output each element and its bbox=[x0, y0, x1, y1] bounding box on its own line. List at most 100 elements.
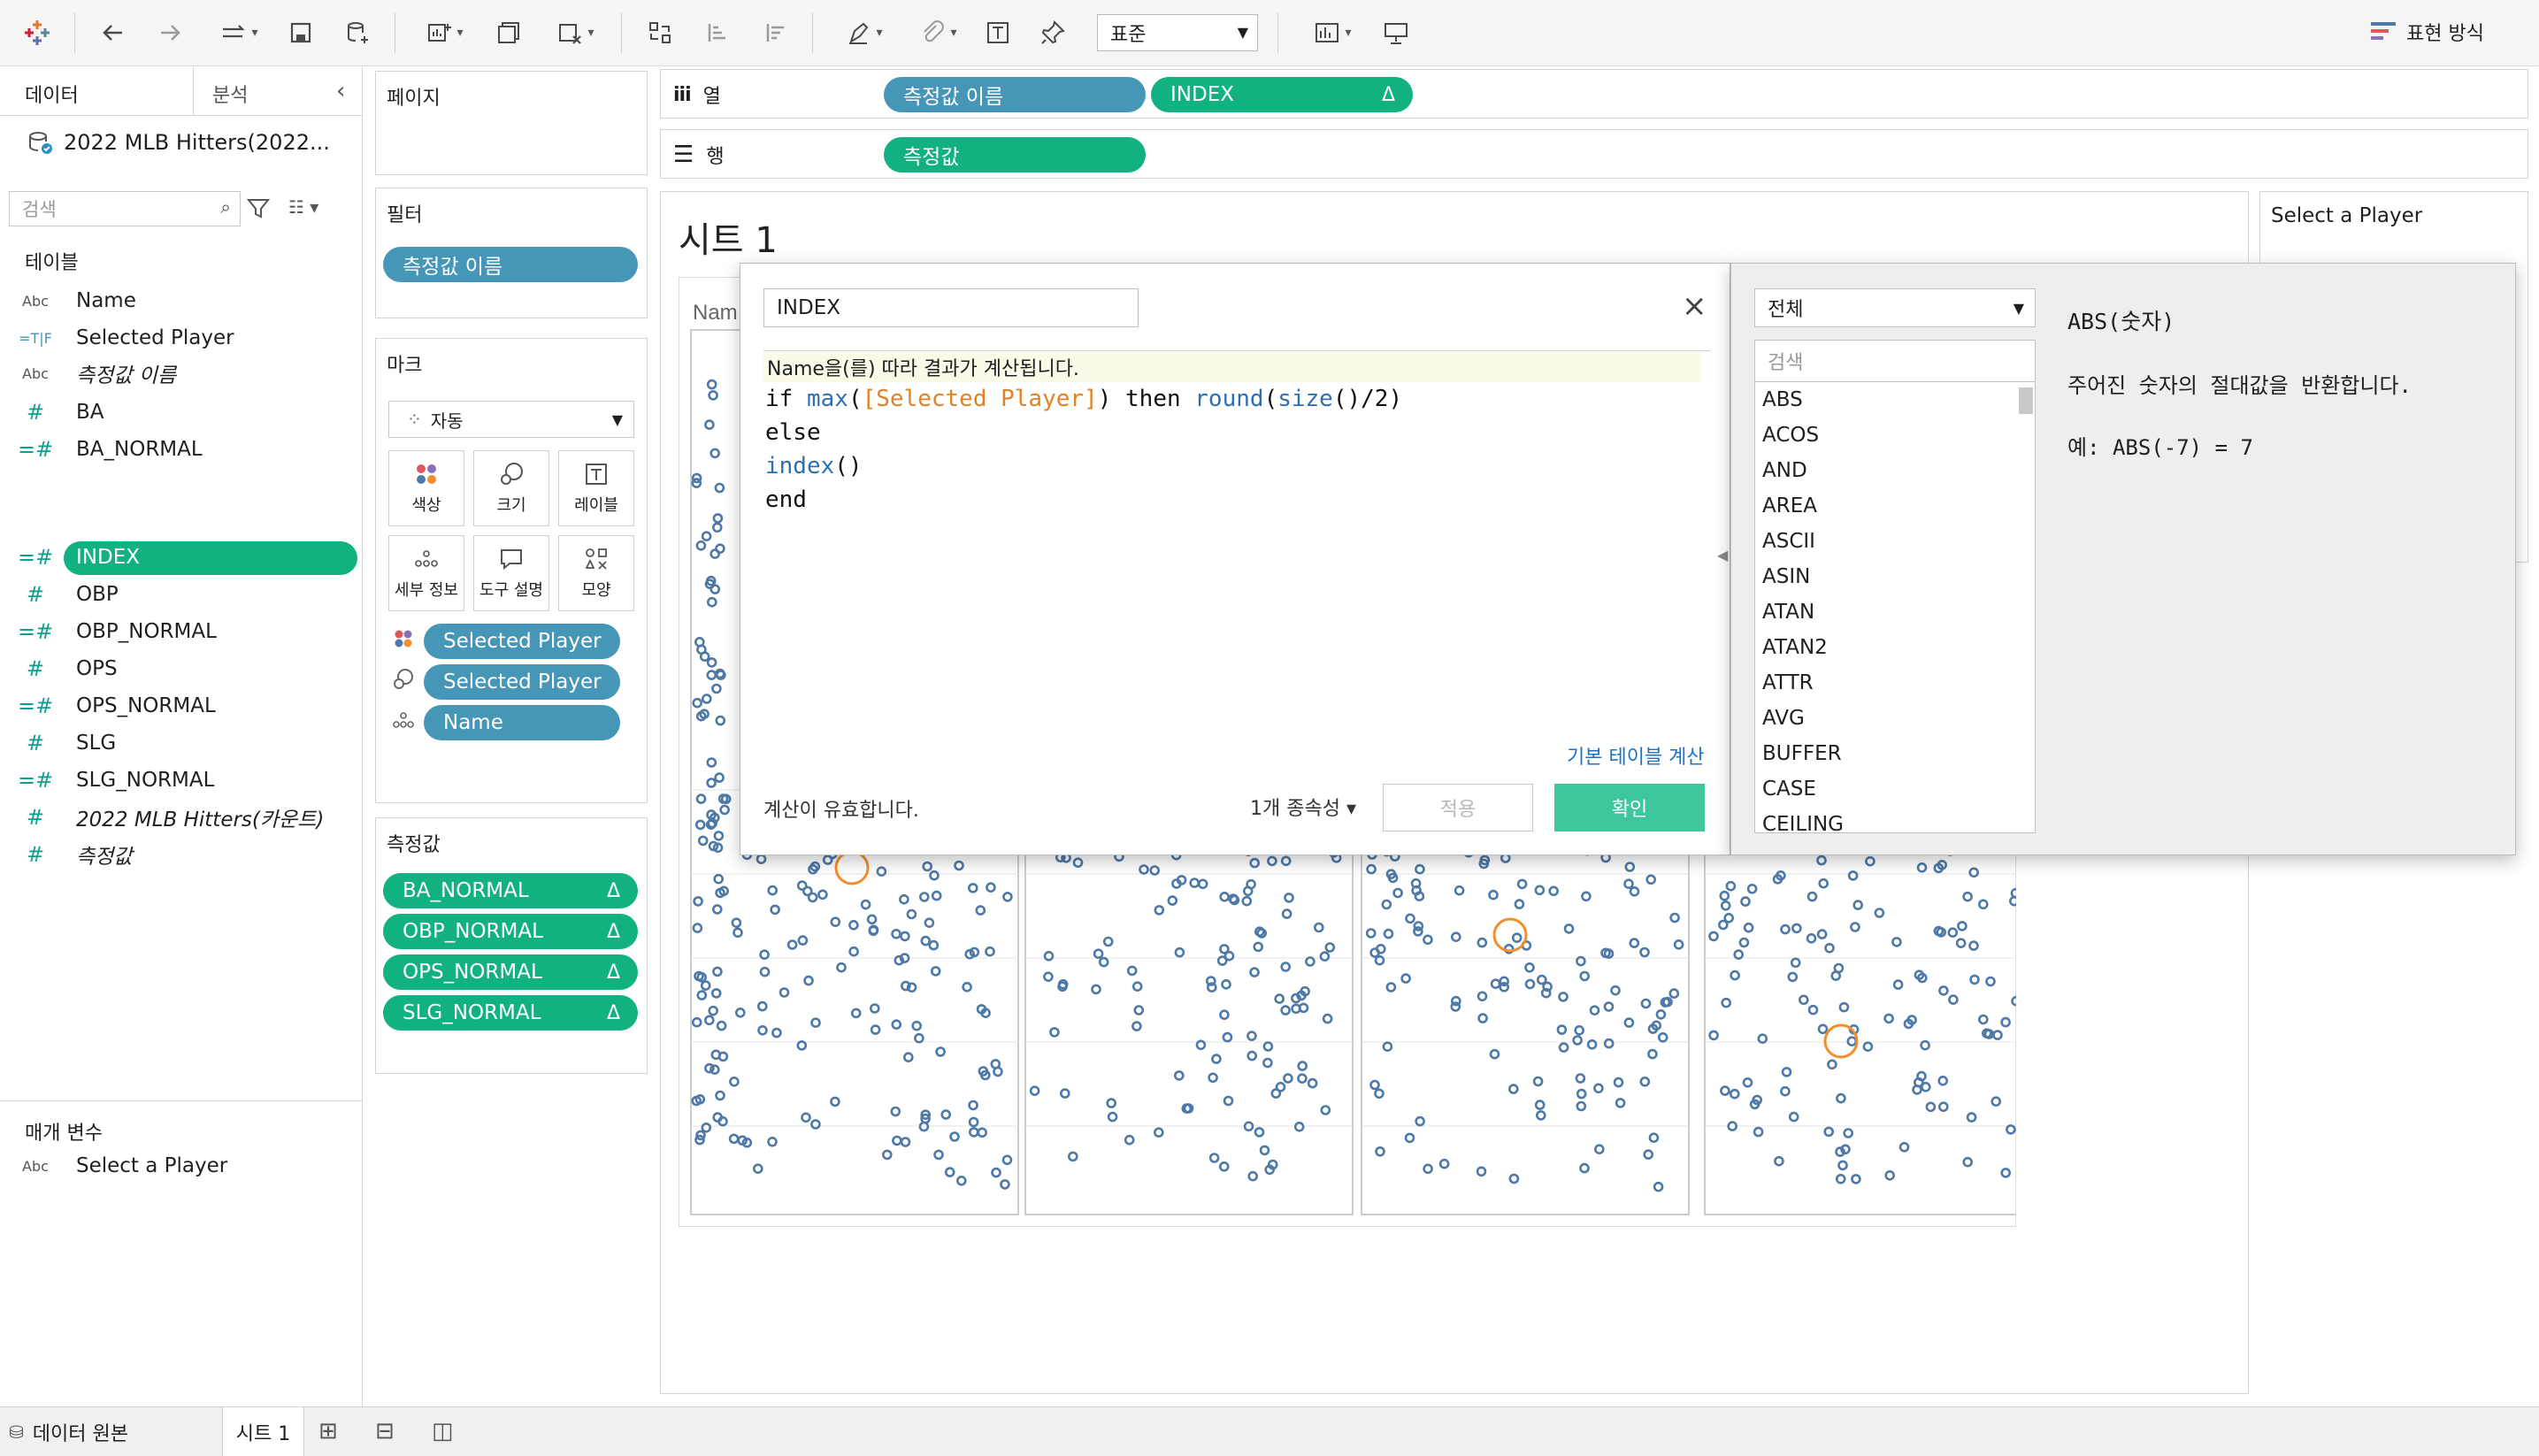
field-ba[interactable]: # BA bbox=[0, 395, 363, 430]
tab-data[interactable]: 데이터 bbox=[25, 80, 79, 108]
tableau-logo-icon[interactable] bbox=[18, 14, 57, 51]
add-datasource-icon[interactable] bbox=[338, 14, 377, 51]
function-item[interactable]: ATAN2 bbox=[1755, 630, 2035, 665]
function-list[interactable]: ABS ACOS AND AREA ASCII ASIN ATAN ATAN2 … bbox=[1754, 382, 2036, 833]
tab-data-source[interactable]: ⛁ 데이터 원본 bbox=[0, 1407, 223, 1456]
sort-ascending-icon[interactable] bbox=[699, 14, 738, 51]
field-measure-values[interactable]: # 측정값 bbox=[0, 837, 363, 872]
field-ba-normal[interactable]: =# BA_NORMAL bbox=[0, 432, 363, 467]
view-options-icon[interactable]: ☷ ▾ bbox=[288, 196, 318, 218]
duplicate-sheet-icon[interactable] bbox=[490, 14, 529, 51]
show-cards-icon[interactable]: ▾ bbox=[1300, 14, 1362, 51]
pin-axes-icon[interactable] bbox=[1033, 14, 1072, 51]
sheet-title[interactable]: 시트 1 bbox=[679, 211, 778, 263]
function-item[interactable]: ATAN bbox=[1755, 594, 2035, 630]
color-button[interactable]: 색상 bbox=[388, 450, 464, 526]
field-selected-player[interactable]: =T|F Selected Player bbox=[0, 320, 363, 356]
new-dashboard-icon[interactable]: ⊟ bbox=[375, 1418, 395, 1445]
function-item[interactable]: AVG bbox=[1755, 701, 2035, 736]
show-me-button[interactable]: 표현 방식 bbox=[2371, 18, 2484, 46]
fit-select[interactable]: 표준 ▼ bbox=[1097, 14, 1258, 51]
measure-pill-obp-normal[interactable]: OBP_NORMAL Δ bbox=[383, 914, 638, 949]
collapse-pane-icon[interactable]: ‹ bbox=[336, 78, 345, 104]
field-slg[interactable]: # SLG bbox=[0, 725, 363, 761]
detail-button[interactable]: 세부 정보 bbox=[388, 535, 464, 611]
function-item[interactable]: CASE bbox=[1755, 771, 2035, 807]
show-labels-icon[interactable] bbox=[978, 14, 1017, 51]
field-index[interactable]: =# INDEX bbox=[0, 540, 363, 575]
ok-button[interactable]: 확인 bbox=[1554, 784, 1705, 831]
scrollbar-thumb[interactable] bbox=[2019, 387, 2033, 414]
rows-pill-measure-values[interactable]: 측정값 bbox=[884, 137, 1146, 172]
clear-sheet-icon[interactable]: ▾ bbox=[543, 14, 605, 51]
function-item[interactable]: BUFFER bbox=[1755, 736, 2035, 771]
function-item[interactable]: ABS bbox=[1755, 382, 2035, 418]
swap-rows-columns-icon[interactable] bbox=[641, 14, 679, 51]
calc-name-input[interactable]: INDEX bbox=[763, 288, 1139, 327]
pages-card[interactable]: 페이지 bbox=[375, 71, 648, 175]
rows-shelf[interactable]: ☰ 행 측정값 bbox=[660, 129, 2528, 179]
field-slg-normal[interactable]: =# SLG_NORMAL bbox=[0, 762, 363, 798]
new-worksheet-icon[interactable]: ⊞ bbox=[318, 1418, 338, 1445]
mark-pill-detail-name[interactable]: Name bbox=[424, 705, 620, 740]
field-name[interactable]: Abc Name bbox=[0, 283, 363, 318]
param-select-a-player[interactable]: Abc Select a Player bbox=[0, 1148, 363, 1184]
group-members-icon[interactable]: ▾ bbox=[906, 14, 968, 51]
columns-shelf[interactable]: iii 열 측정값 이름 INDEX Δ bbox=[660, 69, 2528, 119]
measure-pill-ba-normal[interactable]: BA_NORMAL Δ bbox=[383, 873, 638, 908]
field-record-count[interactable]: #2022 MLB Hitters(카운트) bbox=[0, 800, 363, 835]
function-item[interactable]: AREA bbox=[1755, 488, 2035, 524]
measure-pill-ops-normal[interactable]: OPS_NORMAL Δ bbox=[383, 954, 638, 990]
presentation-mode-icon[interactable] bbox=[1377, 14, 1415, 51]
measure-pill-slg-normal[interactable]: SLG_NORMAL Δ bbox=[383, 995, 638, 1031]
mark-type-select[interactable]: ⁘ 자동 ▼ bbox=[388, 401, 634, 438]
new-story-icon[interactable]: ◫ bbox=[432, 1418, 454, 1445]
shape-button[interactable]: 모양 bbox=[558, 535, 634, 611]
field-ops[interactable]: # OPS bbox=[0, 651, 363, 686]
save-icon[interactable] bbox=[281, 14, 320, 51]
sort-descending-icon[interactable] bbox=[757, 14, 796, 51]
columns-pill-index[interactable]: INDEX Δ bbox=[1151, 77, 1413, 112]
new-worksheet-icon[interactable]: ▾ bbox=[412, 14, 474, 51]
filter-icon[interactable] bbox=[246, 196, 271, 221]
function-item[interactable]: AND bbox=[1755, 453, 2035, 488]
mark-pill-color-selected-player[interactable]: Selected Player bbox=[424, 624, 620, 659]
close-icon[interactable]: × bbox=[1682, 288, 1707, 324]
dependencies-dropdown[interactable]: 1개 종속성 ▾ bbox=[1250, 793, 1356, 821]
highlight-icon[interactable]: ▾ bbox=[832, 14, 894, 51]
tab-analysis[interactable]: 분석 bbox=[212, 80, 248, 108]
default-table-calc-link[interactable]: 기본 테이블 계산 bbox=[1567, 741, 1705, 770]
mark-color-row: Selected Player bbox=[388, 624, 645, 659]
columns-pill-measure-names[interactable]: 측정값 이름 bbox=[884, 77, 1146, 112]
filters-card[interactable]: 필터 측정값 이름 bbox=[375, 188, 648, 318]
function-item[interactable]: ATTR bbox=[1755, 665, 2035, 701]
size-button[interactable]: 크기 bbox=[473, 450, 549, 526]
calc-formula-editor[interactable]: if max([Selected Player]) then round(siz… bbox=[765, 382, 1402, 517]
mark-pill-size-selected-player[interactable]: Selected Player bbox=[424, 664, 620, 700]
size-encoding-icon bbox=[388, 668, 418, 696]
undo-icon[interactable] bbox=[94, 14, 133, 51]
datasource-item[interactable]: 2022 MLB Hitters(2022... bbox=[27, 129, 363, 156]
filter-pill-measure-names[interactable]: 측정값 이름 bbox=[383, 247, 638, 282]
function-item[interactable]: ACOS bbox=[1755, 418, 2035, 453]
function-item[interactable]: ASCII bbox=[1755, 524, 2035, 559]
tab-sheet-1[interactable]: 시트 1 bbox=[223, 1407, 304, 1456]
function-search-input[interactable]: 검색 bbox=[1754, 340, 2036, 382]
tooltip-button[interactable]: 도구 설명 bbox=[473, 535, 549, 611]
function-category-select[interactable]: 전체 ▼ bbox=[1754, 288, 2036, 327]
redo-icon[interactable] bbox=[150, 14, 189, 51]
collapse-functions-icon[interactable]: ◀ bbox=[1717, 547, 1728, 563]
column-header-partial: Nam bbox=[693, 301, 738, 325]
field-label: BA_NORMAL bbox=[76, 438, 203, 461]
apply-button[interactable]: 적용 bbox=[1383, 784, 1533, 831]
label-button[interactable]: 레이블 bbox=[558, 450, 634, 526]
marks-card: 마크 ⁘ 자동 ▼ 색상 크기 레이블 세부 정보 도구 설명 모양 Selec… bbox=[375, 338, 648, 803]
data-search-input[interactable]: 검색 ⌕ bbox=[9, 191, 241, 226]
field-ops-normal[interactable]: =# OPS_NORMAL bbox=[0, 688, 363, 724]
function-item[interactable]: CEILING bbox=[1755, 807, 2035, 832]
field-obp[interactable]: # OBP bbox=[0, 577, 363, 612]
function-item[interactable]: ASIN bbox=[1755, 559, 2035, 594]
field-measure-names[interactable]: Abc 측정값 이름 bbox=[0, 356, 363, 391]
field-obp-normal[interactable]: =# OBP_NORMAL bbox=[0, 614, 363, 649]
swap-icon[interactable]: ▾ bbox=[207, 14, 269, 51]
